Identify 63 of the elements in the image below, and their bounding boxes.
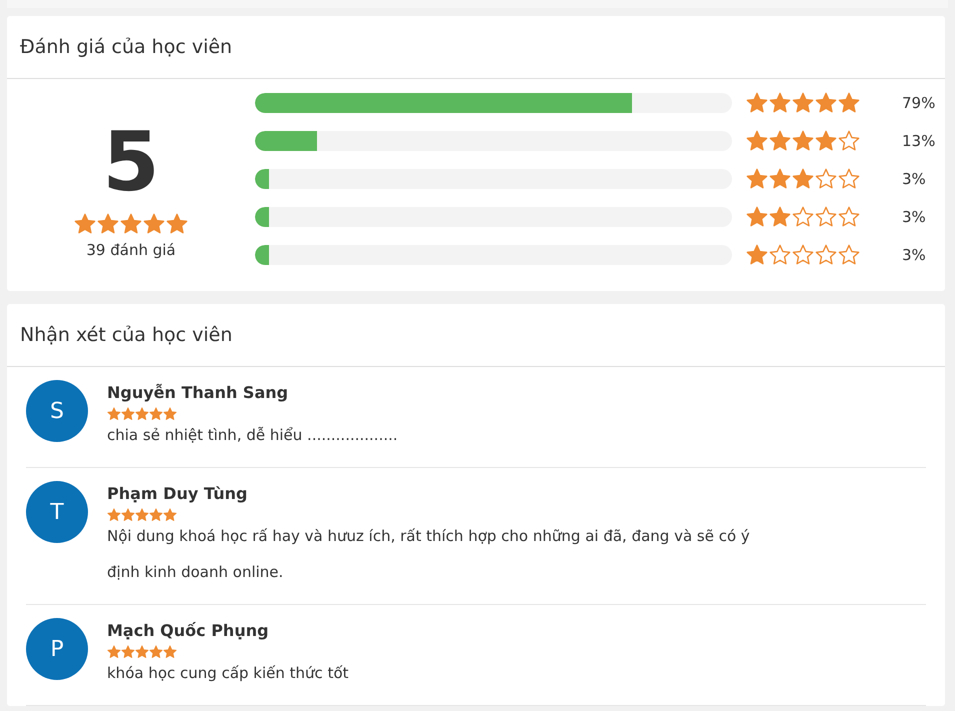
reviewer-name: Mạch Quốc Phụng: [107, 620, 270, 642]
star-icon: [769, 168, 791, 190]
star-icon: [121, 645, 135, 659]
star-icon: [163, 407, 177, 421]
star-icon: [135, 407, 149, 421]
avatar: S: [26, 380, 88, 442]
star-icon: [746, 206, 768, 228]
star-icon: [135, 508, 149, 522]
star-outline-icon: [838, 130, 860, 152]
star-outline-icon: [769, 244, 791, 266]
star-outline-icon: [838, 168, 860, 190]
star-icon: [792, 130, 814, 152]
percent-label: 3%: [902, 170, 926, 188]
star-icon: [107, 407, 121, 421]
star-outline-icon: [815, 244, 837, 266]
review-text: khóa học cung cấp kiến thức tốt: [107, 663, 350, 684]
star-icon: [163, 645, 177, 659]
star-outline-icon: [815, 206, 837, 228]
percent-label: 13%: [902, 132, 936, 150]
review-text: Nội dung khoá học rấ hay và hưuz ích, rất thích hợp cho những ai đã, đang và sẽ có ý định kinh doanh online.: [107, 526, 751, 583]
star-icon: [163, 508, 177, 522]
star-outline-icon: [815, 168, 837, 190]
star-icon: [769, 206, 791, 228]
star-icon: [838, 92, 860, 114]
star-icon: [769, 130, 791, 152]
percent-label: 3%: [902, 246, 926, 264]
review-text: chia sẻ nhiệt tình, dễ hiểu ...................: [107, 425, 399, 446]
star-icon: [746, 168, 768, 190]
star-icon: [792, 168, 814, 190]
star-icon: [746, 130, 768, 152]
star-icon: [769, 92, 791, 114]
star-icon: [746, 92, 768, 114]
percent-label: 79%: [902, 94, 936, 112]
star-icon: [792, 92, 814, 114]
star-icon: [746, 244, 768, 266]
star-icon: [120, 213, 142, 235]
star-icon: [815, 92, 837, 114]
star-icon: [135, 645, 149, 659]
star-outline-icon: [792, 244, 814, 266]
average-rating: 5: [102, 114, 160, 212]
card-title: Đánh giá của học viên: [7, 16, 945, 79]
star-icon: [121, 508, 135, 522]
star-icon: [166, 213, 188, 235]
star-icon: [121, 407, 135, 421]
star-icon: [143, 213, 165, 235]
star-icon: [97, 213, 119, 235]
rating-count: 39 đánh giá: [86, 241, 176, 259]
star-icon: [149, 508, 163, 522]
star-icon: [149, 407, 163, 421]
star-outline-icon: [792, 206, 814, 228]
star-icon: [815, 130, 837, 152]
star-icon: [74, 213, 96, 235]
reviewer-name: Phạm Duy Tùng: [107, 483, 248, 505]
star-icon: [107, 508, 121, 522]
card-title: Nhận xét của học viên: [7, 304, 945, 367]
star-outline-icon: [838, 244, 860, 266]
star-outline-icon: [838, 206, 860, 228]
star-icon: [149, 645, 163, 659]
percent-label: 3%: [902, 208, 926, 226]
avatar: P: [26, 618, 88, 680]
avatar: T: [26, 481, 88, 543]
reviewer-name: Nguyễn Thanh Sang: [107, 382, 290, 404]
star-icon: [107, 645, 121, 659]
